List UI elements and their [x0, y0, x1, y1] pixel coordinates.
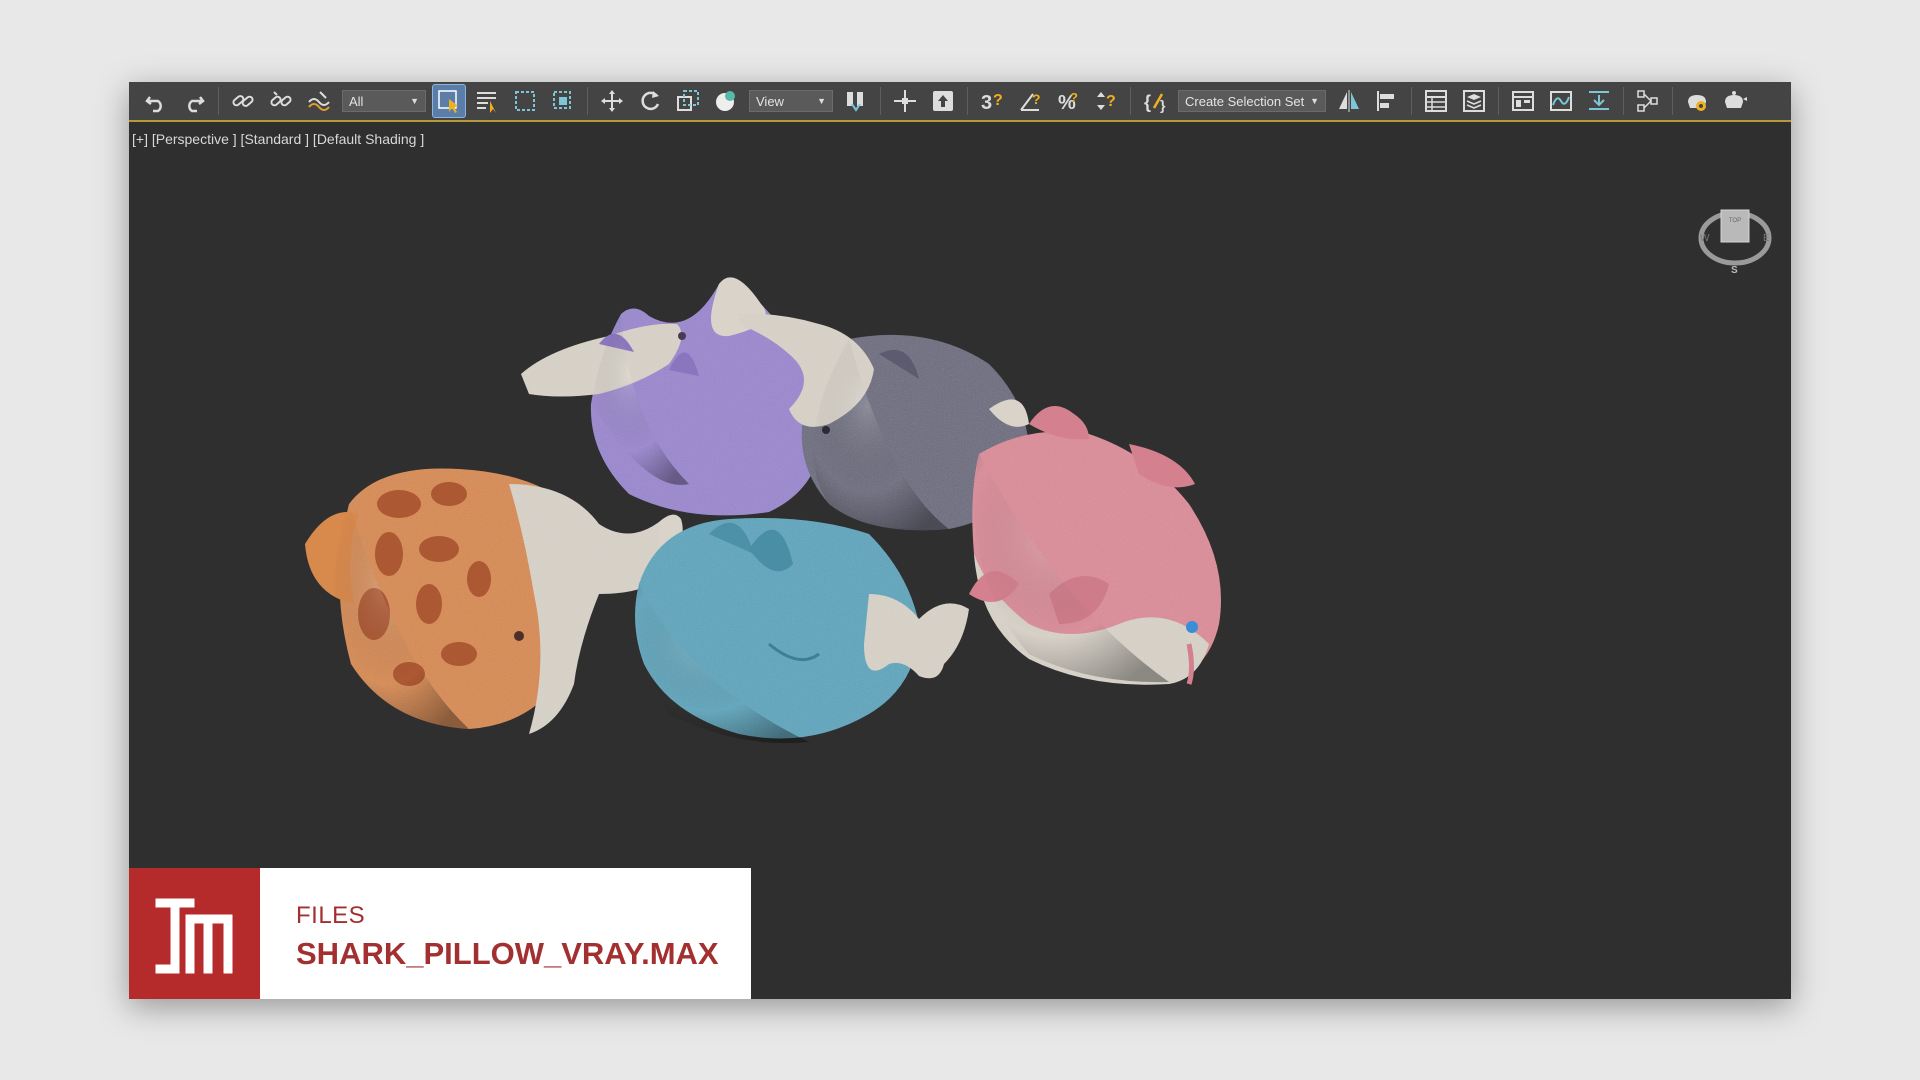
blue-shark-pillow[interactable]	[635, 518, 969, 744]
keyboard-shortcut-override-icon[interactable]	[926, 84, 960, 118]
toolbar-separator	[1130, 87, 1131, 115]
reference-coordinate-dropdown[interactable]: View ▼	[749, 90, 833, 112]
layer-explorer-icon[interactable]	[1457, 84, 1491, 118]
toolbar-separator	[1623, 87, 1624, 115]
edit-named-selection-icon[interactable]: {}	[1138, 84, 1172, 118]
rotate-icon[interactable]	[633, 84, 667, 118]
unlink-icon[interactable]	[264, 84, 298, 118]
viewcube-east-label: E	[1763, 233, 1770, 244]
select-object-icon[interactable]	[432, 84, 466, 118]
brand-logo	[129, 868, 260, 999]
bind-space-warp-icon[interactable]	[302, 84, 336, 118]
viewcube-south-label: S	[1731, 265, 1738, 276]
viewcube[interactable]: TOP W E S	[1697, 200, 1773, 276]
file-banner: FILES SHARK_PILLOW_VRAY.MAX	[129, 868, 751, 999]
selection-filter-value: All	[349, 93, 364, 109]
svg-text:?: ?	[1032, 91, 1041, 107]
align-icon[interactable]	[1370, 84, 1404, 118]
toolbar-separator	[880, 87, 881, 115]
svg-text:?: ?	[1070, 90, 1078, 105]
select-manipulate-icon[interactable]	[888, 84, 922, 118]
redo-icon[interactable]	[177, 84, 211, 118]
ribbon-toggle-icon[interactable]	[1506, 84, 1540, 118]
curve-editor-icon[interactable]	[1544, 84, 1578, 118]
undo-icon[interactable]	[139, 84, 173, 118]
toolbar-separator	[1411, 87, 1412, 115]
spinner-snap-icon[interactable]: ?	[1089, 84, 1123, 118]
chevron-down-icon: ▼	[1310, 96, 1319, 106]
brand-logo-mark	[155, 898, 232, 973]
schematic-view-icon[interactable]	[1631, 84, 1665, 118]
link-icon[interactable]	[226, 84, 260, 118]
file-name: SHARK_PILLOW_VRAY.MAX	[296, 936, 719, 971]
purple-shark-pillow[interactable]	[521, 277, 822, 516]
app-window: All ▼ View ▼ 3 ? ? % ? ? {} Create Sele…	[129, 82, 1791, 999]
named-selection-set-dropdown[interactable]: Create Selection Set ▼	[1178, 90, 1326, 112]
viewcube-top-label: TOP	[1729, 218, 1741, 224]
svg-text:3: 3	[981, 92, 992, 114]
selection-filter-dropdown[interactable]: All ▼	[342, 90, 426, 112]
toolbar-separator	[1498, 87, 1499, 115]
svg-text:?: ?	[1106, 93, 1116, 110]
place-icon[interactable]	[709, 84, 743, 118]
files-label: FILES	[296, 902, 366, 929]
percent-snap-icon[interactable]: %?	[1051, 84, 1085, 118]
render-production-icon[interactable]	[1718, 84, 1752, 118]
snaps-toggle-icon[interactable]: 3?	[975, 84, 1009, 118]
dope-sheet-icon[interactable]	[1582, 84, 1616, 118]
svg-text:?: ?	[993, 92, 1003, 109]
mirror-icon[interactable]	[1332, 84, 1366, 118]
svg-text:}: }	[1160, 97, 1166, 113]
viewcube-west-label: W	[1700, 233, 1710, 244]
scene-explorer-icon[interactable]	[1419, 84, 1453, 118]
toolbar-separator	[218, 87, 219, 115]
toolbar-separator	[587, 87, 588, 115]
chevron-down-icon: ▼	[410, 96, 419, 106]
render-setup-icon[interactable]	[1680, 84, 1714, 118]
svg-text:{: {	[1144, 92, 1151, 112]
brand-text: FILES SHARK_PILLOW_VRAY.MAX	[260, 868, 719, 999]
orange-shark-pillow[interactable]	[305, 468, 683, 734]
pink-shark-pillow[interactable]	[969, 406, 1221, 685]
chevron-down-icon: ▼	[817, 96, 826, 106]
window-crossing-icon[interactable]	[546, 84, 580, 118]
toolbar-separator	[967, 87, 968, 115]
pivot-center-icon[interactable]	[839, 84, 873, 118]
viewport-label[interactable]: [+] [Perspective ] [Standard ] [Default …	[132, 131, 424, 147]
scale-icon[interactable]	[671, 84, 705, 118]
move-icon[interactable]	[595, 84, 629, 118]
select-by-name-icon[interactable]	[470, 84, 504, 118]
main-toolbar: All ▼ View ▼ 3 ? ? % ? ? {} Create Sele…	[129, 82, 1791, 122]
rectangular-selection-icon[interactable]	[508, 84, 542, 118]
angle-snap-icon[interactable]: ?	[1013, 84, 1047, 118]
reference-coordinate-value: View	[756, 93, 784, 109]
toolbar-separator	[1672, 87, 1673, 115]
named-selection-set-value: Create Selection Set	[1185, 93, 1305, 109]
